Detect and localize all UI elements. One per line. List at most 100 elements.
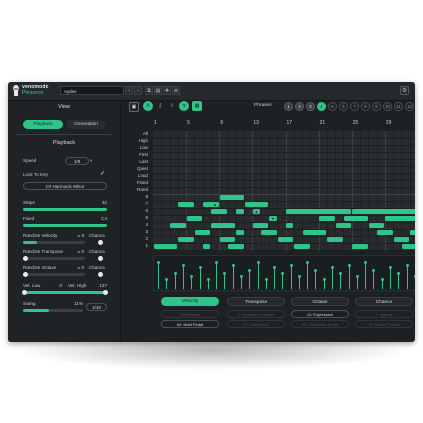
- note-cell[interactable]: [244, 202, 269, 207]
- note-cell[interactable]: [294, 244, 310, 249]
- velocity-handle[interactable]: [165, 277, 169, 281]
- velocity-handle[interactable]: [380, 277, 384, 281]
- phrase-button[interactable]: 2: [295, 102, 304, 111]
- cc-modulation-wheel[interactable]: 1: Modulation Wheel: [227, 310, 285, 318]
- velocity-stem[interactable]: [274, 267, 276, 289]
- velocity-stem[interactable]: [315, 270, 317, 289]
- tab-octave[interactable]: Octave: [291, 297, 349, 306]
- lock-to-key-checkbox[interactable]: ✓: [99, 171, 106, 178]
- note-cell[interactable]: [178, 237, 194, 242]
- scale-select[interactable]: C# Harmonic Minor: [23, 182, 107, 190]
- preset-selector[interactable]: Aydee: [60, 86, 124, 95]
- cc-sostenuto-pedal[interactable]: 66: Sostenuto Pedal: [291, 320, 349, 328]
- note-cell[interactable]: [302, 230, 327, 235]
- velocity-stem[interactable]: [158, 261, 160, 289]
- velocity-stem[interactable]: [406, 264, 408, 289]
- velocity-handle[interactable]: [364, 260, 368, 264]
- tab-generation[interactable]: Generation: [66, 120, 106, 129]
- note-cell[interactable]: [327, 237, 343, 242]
- cc-sound-timbre[interactable]: 74: Sound Timbre: [355, 320, 413, 328]
- velocity-stem[interactable]: [398, 273, 400, 289]
- velocity-handle[interactable]: [273, 266, 277, 270]
- paste-button[interactable]: ▤: [154, 86, 162, 95]
- note-cell[interactable]: [352, 209, 415, 214]
- velocity-handle[interactable]: [231, 263, 235, 267]
- note-cell[interactable]: [219, 237, 236, 242]
- velocity-handle[interactable]: [339, 272, 343, 275]
- velocity-stem[interactable]: [307, 261, 309, 289]
- velocity-stem[interactable]: [282, 273, 284, 289]
- velocity-handle[interactable]: [347, 263, 351, 267]
- speed-select[interactable]: 1/8: [65, 157, 89, 165]
- note-cell[interactable]: [261, 230, 277, 235]
- velocity-handle[interactable]: [355, 274, 359, 278]
- note-cell[interactable]: [319, 216, 335, 221]
- tab-chance[interactable]: Chance: [355, 297, 413, 306]
- velocity-handle[interactable]: [248, 269, 252, 273]
- note-cell[interactable]: [385, 216, 415, 221]
- phrase-button[interactable]: 1: [284, 102, 293, 111]
- velocity-handle[interactable]: [190, 274, 194, 278]
- random-octave-slider[interactable]: [23, 272, 85, 277]
- note-cell[interactable]: [228, 244, 244, 249]
- grid-icon[interactable]: ▣: [129, 102, 139, 112]
- velocity-stem[interactable]: [332, 267, 334, 289]
- note-cell[interactable]: [153, 244, 178, 249]
- note-cell[interactable]: [211, 209, 228, 214]
- steps-slider[interactable]: [23, 208, 107, 211]
- phrase-button[interactable]: 6: [339, 102, 348, 111]
- velocity-handle[interactable]: [206, 277, 210, 281]
- velocity-handle[interactable]: [289, 263, 293, 267]
- curve-icon[interactable]: ⌇: [167, 101, 177, 111]
- phrase-button[interactable]: 7: [350, 102, 359, 111]
- note-cell[interactable]: [236, 209, 244, 214]
- note-cell[interactable]: [352, 244, 368, 249]
- velocity-stem[interactable]: [249, 270, 251, 289]
- gear-icon[interactable]: ⚙: [400, 86, 409, 95]
- velocity-handle[interactable]: [413, 274, 415, 278]
- note-cell[interactable]: [393, 237, 410, 242]
- chance-knob[interactable]: [98, 240, 103, 245]
- pencil-icon[interactable]: ᐱ: [143, 101, 153, 111]
- note-cell[interactable]: [343, 216, 368, 221]
- note-cell[interactable]: [401, 244, 415, 249]
- preset-prev-button[interactable]: ‹: [125, 86, 133, 95]
- velocity-handle[interactable]: [181, 263, 185, 267]
- velocity-stem[interactable]: [182, 264, 184, 289]
- phrase-button[interactable]: 8: [361, 102, 370, 111]
- tab-velocity[interactable]: Velocity: [161, 297, 219, 306]
- cc-hold-pedal[interactable]: 64: Hold Pedal: [161, 320, 219, 328]
- note-cell[interactable]: [335, 223, 352, 228]
- velocity-handle[interactable]: [389, 266, 393, 270]
- velocity-handle[interactable]: [215, 260, 219, 264]
- velocity-stem[interactable]: [348, 264, 350, 289]
- note-cell[interactable]: [178, 202, 194, 207]
- velocity-handle[interactable]: [405, 263, 409, 267]
- randomize-button[interactable]: ✚: [163, 86, 171, 95]
- shuffle-icon[interactable]: ↯: [179, 101, 189, 111]
- note-cell[interactable]: [219, 195, 244, 200]
- velocity-handle[interactable]: [256, 260, 260, 264]
- velocity-handle[interactable]: [281, 272, 285, 275]
- velocity-stem[interactable]: [224, 273, 226, 289]
- velocity-stem[interactable]: [216, 261, 218, 289]
- random-transpose-slider[interactable]: [23, 256, 85, 261]
- fixed-slider[interactable]: [23, 224, 107, 227]
- save-button[interactable]: ⊕: [172, 86, 180, 95]
- velocity-stem[interactable]: [390, 267, 392, 289]
- note-cell[interactable]: [186, 216, 203, 221]
- velocity-handle[interactable]: [306, 260, 310, 264]
- note-cell[interactable]: [170, 223, 186, 228]
- cc-soft-pedal[interactable]: 67: Soft Pedal: [227, 320, 285, 328]
- velocity-handle[interactable]: [173, 272, 177, 275]
- cc-volume[interactable]: 7: Volume: [355, 310, 413, 318]
- phrase-button[interactable]: 5: [328, 102, 337, 111]
- note-cell[interactable]: [368, 223, 385, 228]
- velocity-handle[interactable]: [264, 277, 268, 281]
- dice-icon[interactable]: ▦: [192, 101, 202, 111]
- velocity-handle[interactable]: [331, 266, 335, 270]
- velocity-handle[interactable]: [157, 260, 161, 264]
- note-cell[interactable]: [252, 223, 269, 228]
- velocity-handle[interactable]: [223, 272, 227, 275]
- note-cell[interactable]: [211, 223, 236, 228]
